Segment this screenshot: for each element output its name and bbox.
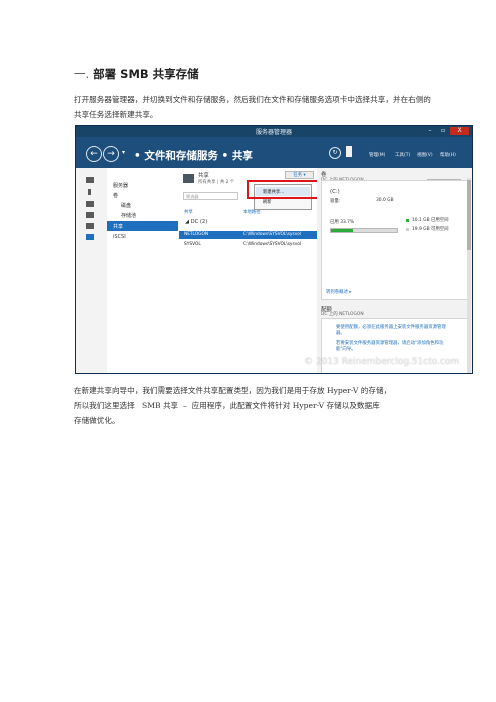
dns-icon[interactable] <box>86 223 94 229</box>
quota-install-link[interactable]: 若要安装文件服务器资源管理器，请启动"添加角色和功能"向导。 <box>336 341 454 353</box>
share-name: NETLOGON <box>184 232 209 237</box>
table-row[interactable]: SYSVOL C:\Windows\SYSVOL\sysvol <box>179 241 317 249</box>
navigation-bar: ← → ▾ • 文件和存储服务 • 共享 ↻ 管理(M) 工具(T) 视图(V)… <box>76 137 472 168</box>
back-arrow-icon[interactable]: ← <box>86 146 102 162</box>
paragraph-line: 在新建共享向导中，我们需要选择文件共享配置类型，因为我们是用于存放 Hyper-… <box>74 386 392 395</box>
quota-subtitle: DC 上的 NETLOGON <box>321 312 364 317</box>
storage-nav: 服务器 卷 磁盘 存储池 共享 iSCSI <box>107 168 180 373</box>
capacity-value: 30.0 GB <box>376 198 394 203</box>
go-to-volumes-link[interactable]: 转到卷概述 ▸ <box>326 289 352 295</box>
capacity-label: 容量: <box>330 199 341 204</box>
heading-number: 一. <box>74 67 90 81</box>
maximize-button[interactable]: ▫ <box>437 127 449 135</box>
shares-title: 共享 <box>198 173 209 179</box>
menu-tools[interactable]: 工具(T) <box>395 152 410 158</box>
nav-disks[interactable]: 磁盘 <box>121 202 131 209</box>
ad-ds-icon[interactable] <box>86 212 94 218</box>
volume-card: (C:) 容量: 30.0 GB 已用 33.7% 10.1 GB 已用空间 1… <box>321 180 468 300</box>
menu-help[interactable]: 帮助(H) <box>440 152 456 158</box>
filter-input[interactable]: 筛选器 <box>183 192 238 200</box>
shares-subtitle: 所有共享 | 共 2 个 <box>198 180 235 185</box>
refresh-icon[interactable]: ↻ <box>329 147 341 159</box>
breadcrumb: • 文件和存储服务 • 共享 <box>134 150 253 162</box>
nav-storage-pools[interactable]: 存储池 <box>121 212 136 219</box>
quota-message: 要使用配额，必须在此服务器上安装文件服务器资源管理器。 <box>336 325 446 336</box>
menu-view[interactable]: 视图(V) <box>417 152 433 158</box>
menu-manage[interactable]: 管理(M) <box>369 152 385 158</box>
usage-bar <box>330 228 398 233</box>
scrollbar-thumb[interactable] <box>467 180 471 250</box>
paragraph-line: 存储做优化。 <box>74 416 120 425</box>
details-scrollbar[interactable] <box>467 178 471 373</box>
sidebar-icons <box>76 168 108 373</box>
paragraph-line: 所以我们这里选择 SMB 共享 – 应用程序，此配置文件将针对 Hyper-V … <box>74 401 380 410</box>
notification-flag-icon[interactable] <box>346 146 352 157</box>
intro-paragraph: 打开服务器管理器，并切换到文件和存储服务，然后我们在文件和存储服务选项卡中选择共… <box>74 95 431 119</box>
forward-arrow-icon[interactable]: → <box>103 146 119 162</box>
usage-bar-fill <box>331 229 354 232</box>
wizard-paragraph: 在新建共享向导中，我们需要选择文件共享配置类型，因为我们是用于存放 Hyper-… <box>74 383 434 428</box>
file-storage-icon[interactable] <box>86 234 94 240</box>
details-pane: 卷 DC 上的 NETLOGON 任务 ▾ (C:) 容量: 30.0 GB 已… <box>317 168 472 373</box>
window-title: 服务器管理器 <box>255 129 292 136</box>
free-space: 19.9 GB 可用空间 <box>412 227 449 232</box>
minimize-button[interactable]: – <box>424 127 436 135</box>
server-group[interactable]: ◢ DC (2) <box>185 219 207 225</box>
refresh-menu-item[interactable]: 刷新 <box>263 199 272 205</box>
share-path: C:\Windows\SYSVOL\sysvol <box>243 232 302 237</box>
local-server-icon[interactable] <box>88 189 91 195</box>
nav-shares[interactable]: 共享 <box>113 223 123 230</box>
nav-history-dropdown[interactable]: ▾ <box>122 149 125 156</box>
close-button[interactable]: X <box>450 127 469 135</box>
share-name: SYSVOL <box>184 242 201 247</box>
used-legend-icon <box>406 219 409 222</box>
used-percent-label: 已用 33.7% <box>330 220 355 225</box>
col-share-header[interactable]: 共享 <box>184 209 193 215</box>
server-manager-screenshot: 服务器管理器 – ▫ X ← → ▾ • 文件和存储服务 • 共享 ↻ 管理(M… <box>75 125 473 374</box>
watermark: © 2013 Reinemberclog.51cto.com <box>304 357 460 367</box>
dashboard-icon[interactable] <box>86 177 94 183</box>
heading-text: 部署 SMB 共享存储 <box>93 67 199 81</box>
section-heading: 一. 部署 SMB 共享存储 <box>74 66 199 82</box>
share-path: C:\Windows\SYSVOL\sysvol <box>243 242 302 247</box>
drive-label: (C:) <box>330 189 340 195</box>
table-row[interactable]: NETLOGON C:\Windows\SYSVOL\sysvol <box>179 231 317 239</box>
nav-iscsi[interactable]: iSCSI <box>113 234 126 240</box>
used-space: 10.1 GB 已用空间 <box>412 218 449 223</box>
highlight-box <box>247 180 321 199</box>
all-servers-icon[interactable] <box>86 201 94 207</box>
nav-servers[interactable]: 服务器 <box>113 182 128 189</box>
shares-tasks-button[interactable]: 任务 ▾ <box>285 171 314 179</box>
free-legend-icon <box>406 228 409 231</box>
shares-icon <box>183 174 194 183</box>
nav-volumes[interactable]: 卷 <box>113 192 118 199</box>
window-title-bar: 服务器管理器 – ▫ X <box>76 126 472 137</box>
